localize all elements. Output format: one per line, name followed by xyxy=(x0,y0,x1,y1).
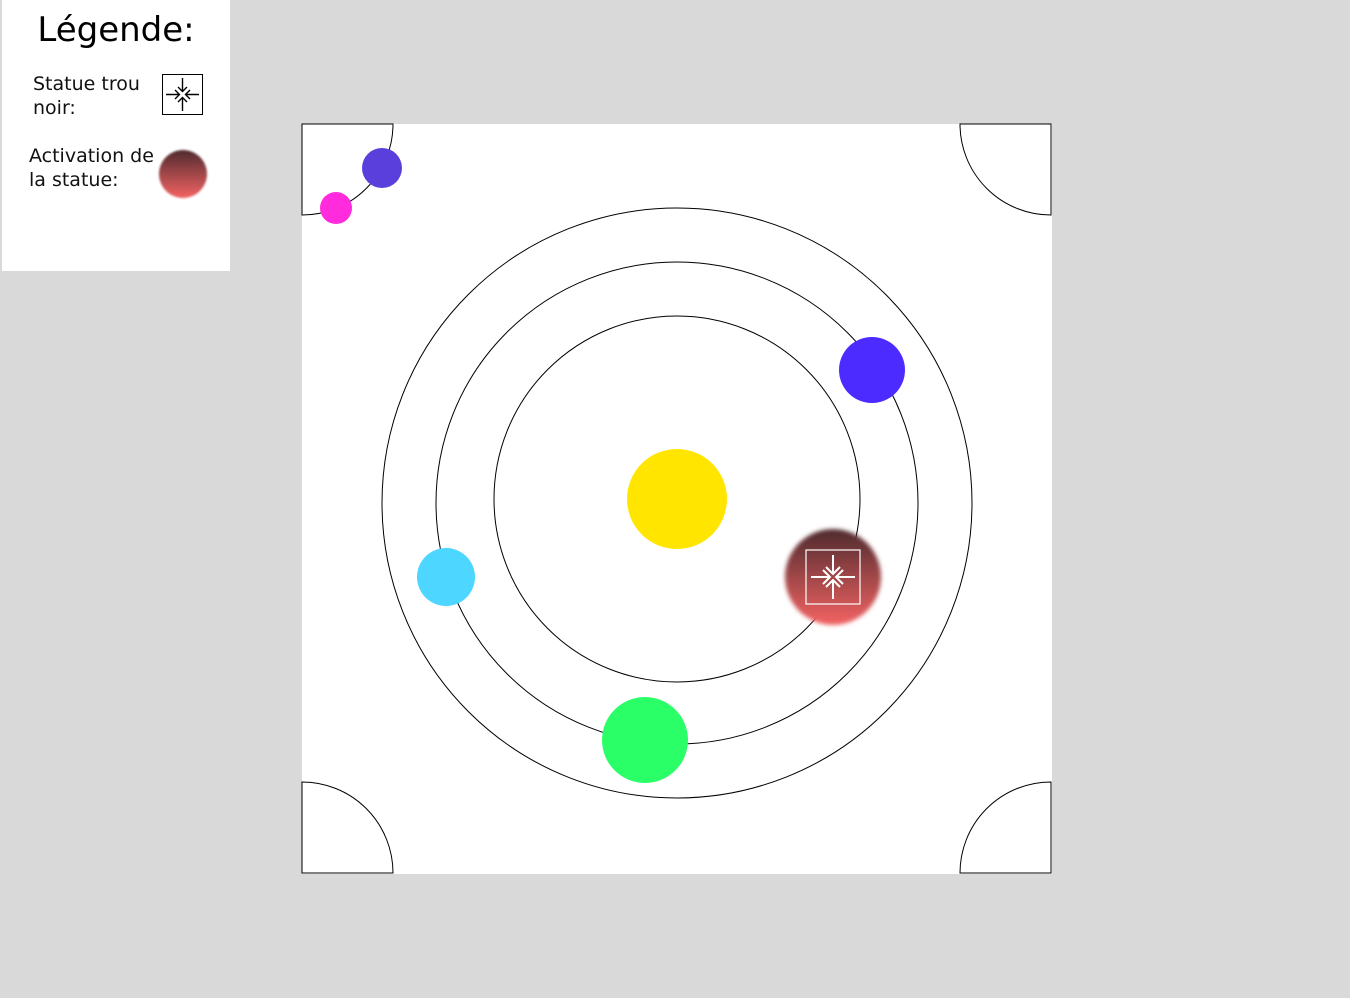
solar-system-board xyxy=(301,123,1052,874)
sun[interactable] xyxy=(627,449,727,549)
planet-blue[interactable] xyxy=(839,337,905,403)
moon-pink[interactable] xyxy=(320,192,352,224)
activated-statue[interactable] xyxy=(785,529,881,625)
moon-purple[interactable] xyxy=(362,148,402,188)
planet-green[interactable] xyxy=(602,697,688,783)
planet-cyan[interactable] xyxy=(417,548,475,606)
statue-activation-glow xyxy=(785,529,881,625)
